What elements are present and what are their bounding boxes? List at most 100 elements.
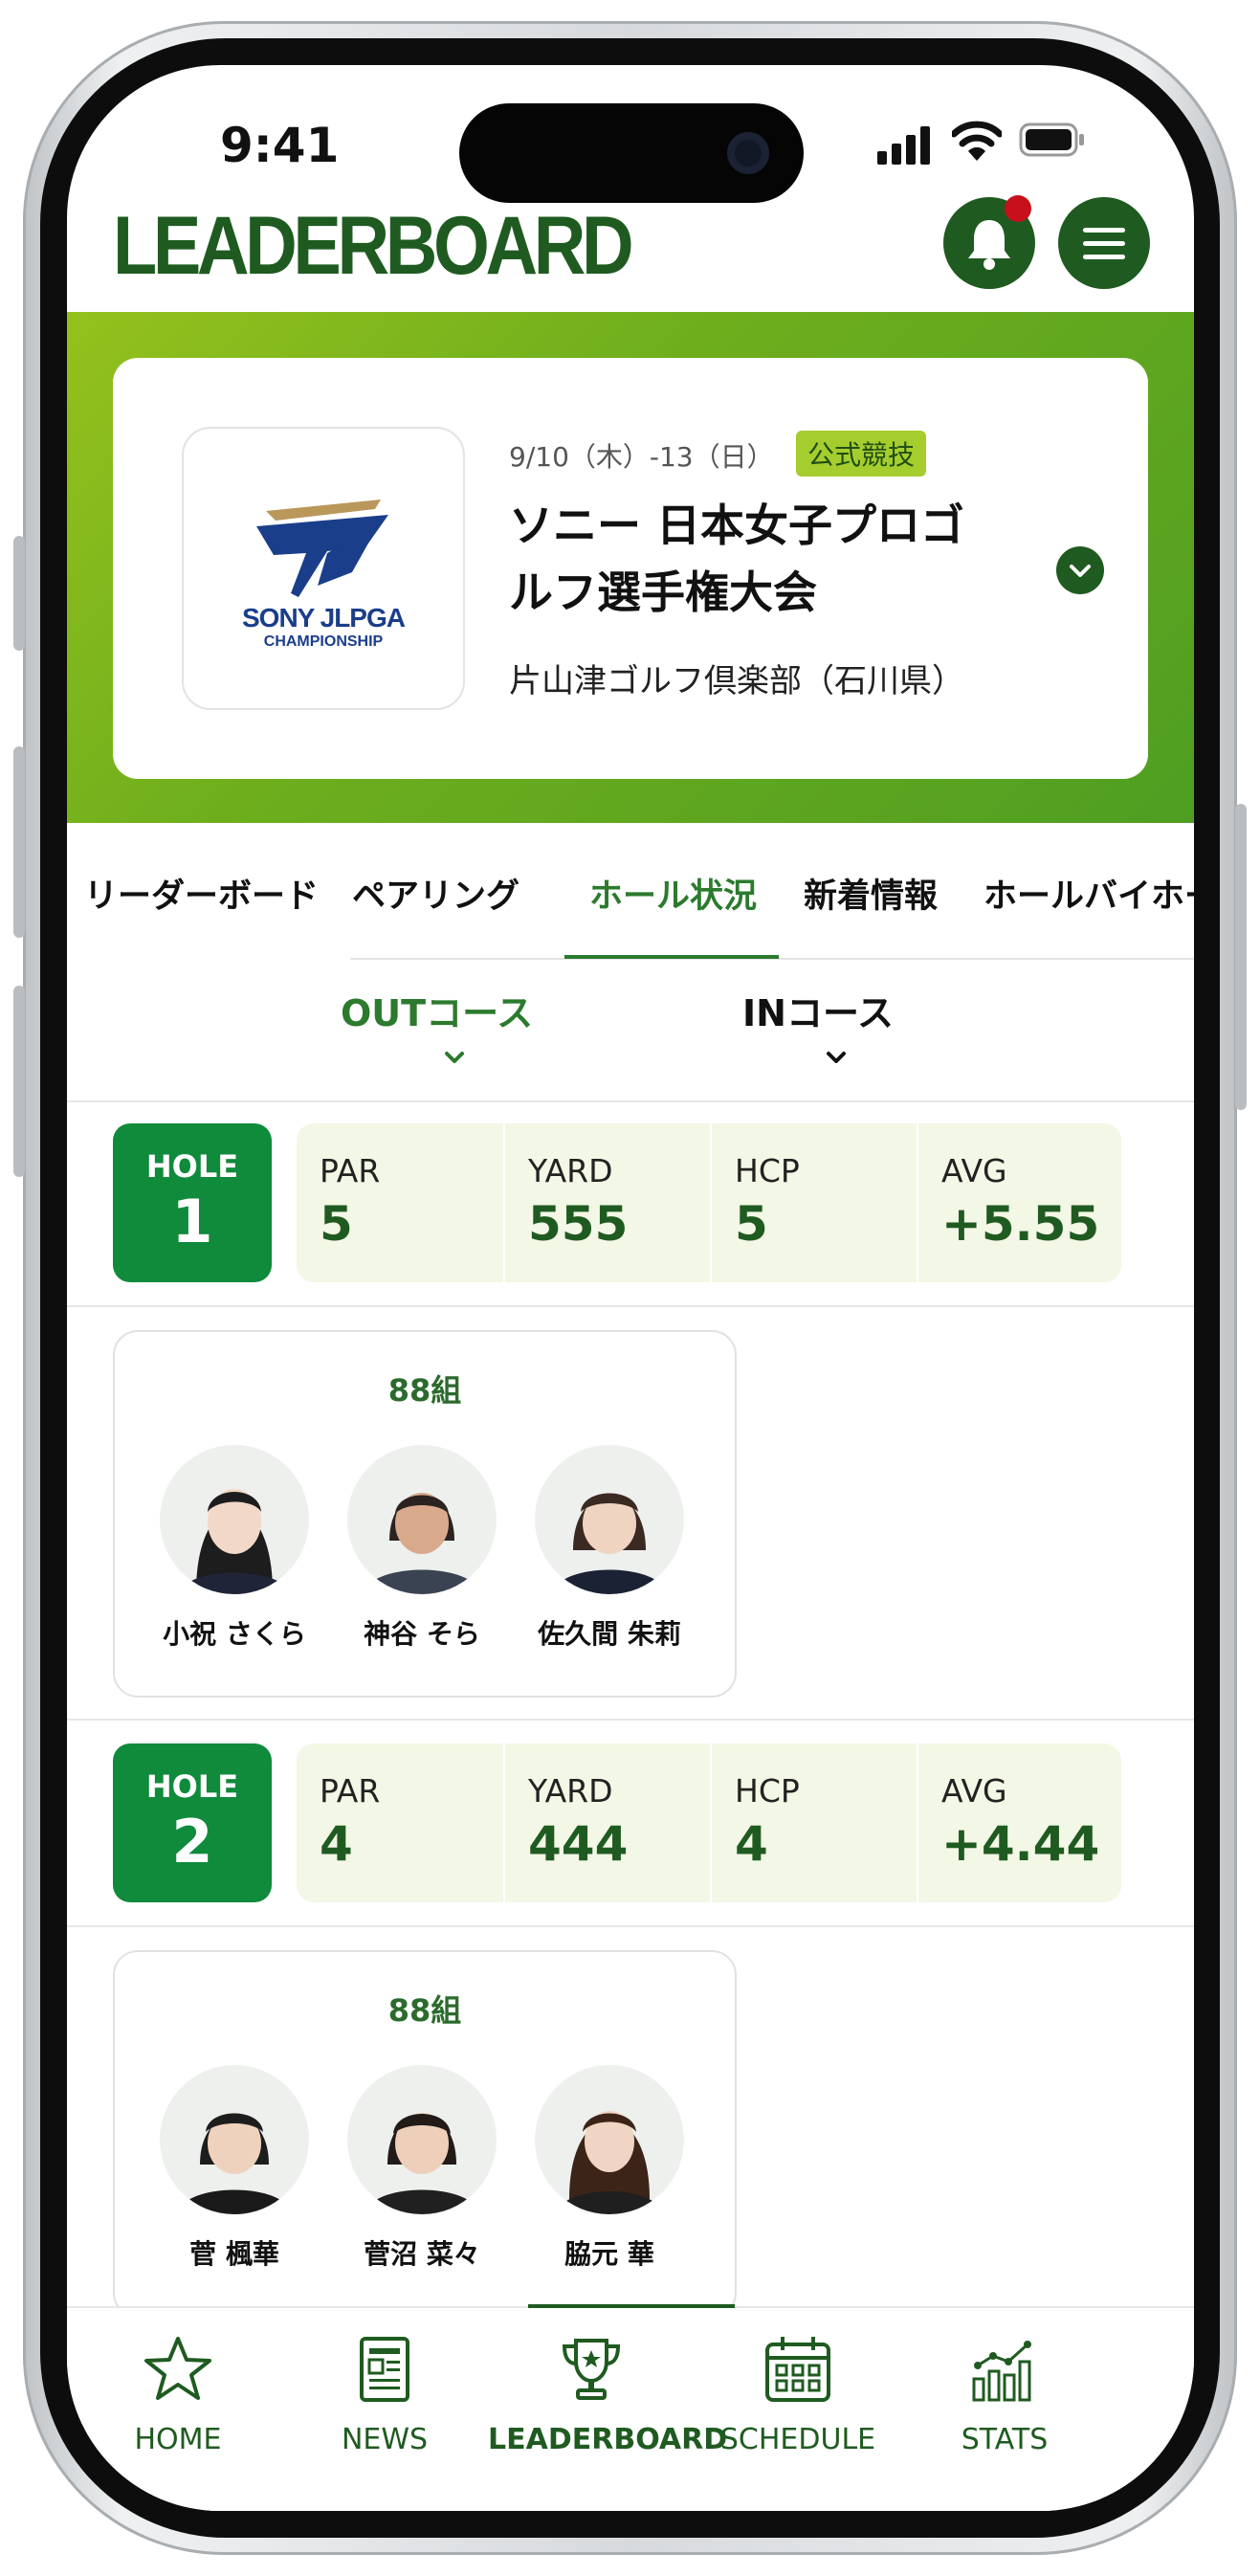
tab-hole-status[interactable]: ホール状況 [589,869,757,918]
avatar [160,1445,309,1594]
player-photo [556,2111,663,2214]
yard-stat: YARD 555 [503,1123,710,1282]
stat-value: 555 [528,1196,629,1252]
avatar [535,1445,684,1594]
avg-stat: AVG +4.44 [917,1743,1121,1902]
stat-label: AVG [941,1152,1007,1189]
app-screen: 9:41 LEADERBOARD SONY JLPGA CHAMPIONSHIP… [67,65,1194,2511]
par-stat: PAR 5 [297,1123,501,1282]
tournament-logo: SONY JLPGA CHAMPIONSHIP [182,427,465,710]
avatar [160,2065,309,2214]
player-photo [552,1493,667,1594]
stat-value: +4.44 [941,1816,1100,1872]
bottom-navigation: HOME NEWS LEADERBOARD SCHEDULE STATS [67,2306,1194,2511]
hole-stats: PAR 4 YARD 444 HCP 4 AVG +4.44 [297,1743,1121,1902]
stat-label: AVG [941,1772,1007,1810]
player-photo [365,2113,479,2214]
nav-leaderboard[interactable]: LEADERBOARD [488,2333,728,2456]
hole-label: HOLE [145,1768,239,1805]
hole-label: HOLE [145,1148,239,1185]
player-name: 菅 楓華 [189,2238,279,2270]
notification-badge [1005,195,1031,222]
out-course-tab[interactable]: OUTコース [341,984,533,1036]
stat-value: 5 [735,1196,768,1252]
player[interactable]: 小祝 さくら [153,1445,316,1652]
jlpga-logo-mark [256,500,388,597]
logo-text: SONY JLPGA [242,603,406,633]
hcp-stat: HCP 4 [710,1743,917,1902]
page-title: LEADERBOARD [113,200,634,292]
stat-value: 4 [735,1816,768,1872]
hcp-stat: HCP 5 [710,1123,917,1282]
tab-news[interactable]: 新着情報 [804,869,938,918]
action-button [13,536,25,651]
stat-value: +5.55 [941,1196,1100,1252]
menu-button[interactable] [1058,197,1150,289]
stat-label: YARD [528,1772,613,1810]
volume-up-button [13,746,25,938]
star-icon [144,2337,211,2400]
expand-tournament-button[interactable] [1056,546,1104,594]
player-photo [179,1489,290,1594]
newspaper-icon [360,2337,409,2402]
par-stat: PAR 4 [297,1743,501,1902]
stat-value: 4 [320,1816,353,1872]
chevron-down-icon [445,1052,464,1063]
group-card[interactable]: 88組 菅 楓華 菅沼 菜々 脇元 華 [113,1950,737,2318]
group-card[interactable]: 88組 小祝 さくら 神谷 そら 佐久間 朱莉 [113,1330,737,1698]
player-name: 神谷 そら [364,1618,480,1650]
active-tab-indicator [564,955,779,959]
stat-label: HCP [735,1772,800,1810]
nav-home[interactable]: HOME [75,2333,281,2456]
group-name: 88組 [387,1372,462,1409]
stat-label: HCP [735,1152,800,1189]
player[interactable]: 菅沼 菜々 [341,2065,503,2272]
calendar-icon [765,2337,830,2402]
player-photo [177,2113,292,2214]
hole-badge: HOLE 2 [113,1743,272,1902]
hole-number: 2 [171,1807,213,1876]
nav-stats[interactable]: STATS [901,2333,1108,2456]
nav-label: SCHEDULE [719,2423,876,2456]
nav-label: STATS [961,2423,1049,2456]
avg-stat: AVG +5.55 [917,1123,1121,1282]
chevron-down-icon [1070,565,1091,577]
player[interactable]: 佐久間 朱莉 [528,1445,691,1652]
cellular-signal-icon [877,126,930,165]
hole-stats: PAR 5 YARD 555 HCP 5 AVG +5.55 [297,1123,1121,1282]
player-name: 脇元 華 [564,2238,654,2270]
chevron-down-icon [827,1052,846,1063]
nav-news[interactable]: NEWS [281,2333,488,2456]
hole-badge: HOLE 1 [113,1123,272,1282]
logo-subtext: CHAMPIONSHIP [263,633,384,650]
divider [67,1719,1194,1721]
wifi-icon [952,121,1002,161]
divider [67,1100,1194,1102]
hamburger-menu-icon [1083,228,1125,259]
tab-leaderboard[interactable]: リーダーボード [84,869,319,918]
nav-label: HOME [134,2423,222,2456]
trophy-icon [562,2339,621,2400]
player[interactable]: 神谷 そら [341,1445,503,1652]
nav-label: LEADERBOARD [488,2423,728,2456]
tournament-title: ソニー 日本女子プロゴルフ選手権大会 [509,500,965,618]
divider [67,1925,1194,1927]
stat-value: 444 [528,1816,629,1872]
player[interactable]: 脇元 華 [528,2065,691,2272]
stat-label: YARD [528,1152,613,1189]
tournament-dates: 9/10（木）-13（日） [509,441,774,473]
avatar [535,2065,684,2214]
in-course-tab[interactable]: INコース [742,984,894,1036]
bar-chart-icon [972,2341,1031,2402]
hole-number: 1 [171,1187,213,1256]
tournament-venue: 片山津ゴルフ倶楽部（石川県） [509,662,964,700]
player[interactable]: 菅 楓華 [153,2065,316,2272]
power-button [1235,804,1247,1110]
tab-hole-by-hole[interactable]: ホールバイホール [984,869,1194,918]
tab-pairing[interactable]: ペアリング [352,869,519,918]
avatar [347,2065,497,2214]
volume-down-button [13,986,25,1177]
nav-schedule[interactable]: SCHEDULE [695,2333,901,2456]
divider [67,1305,1194,1307]
nav-active-indicator [528,2304,735,2308]
